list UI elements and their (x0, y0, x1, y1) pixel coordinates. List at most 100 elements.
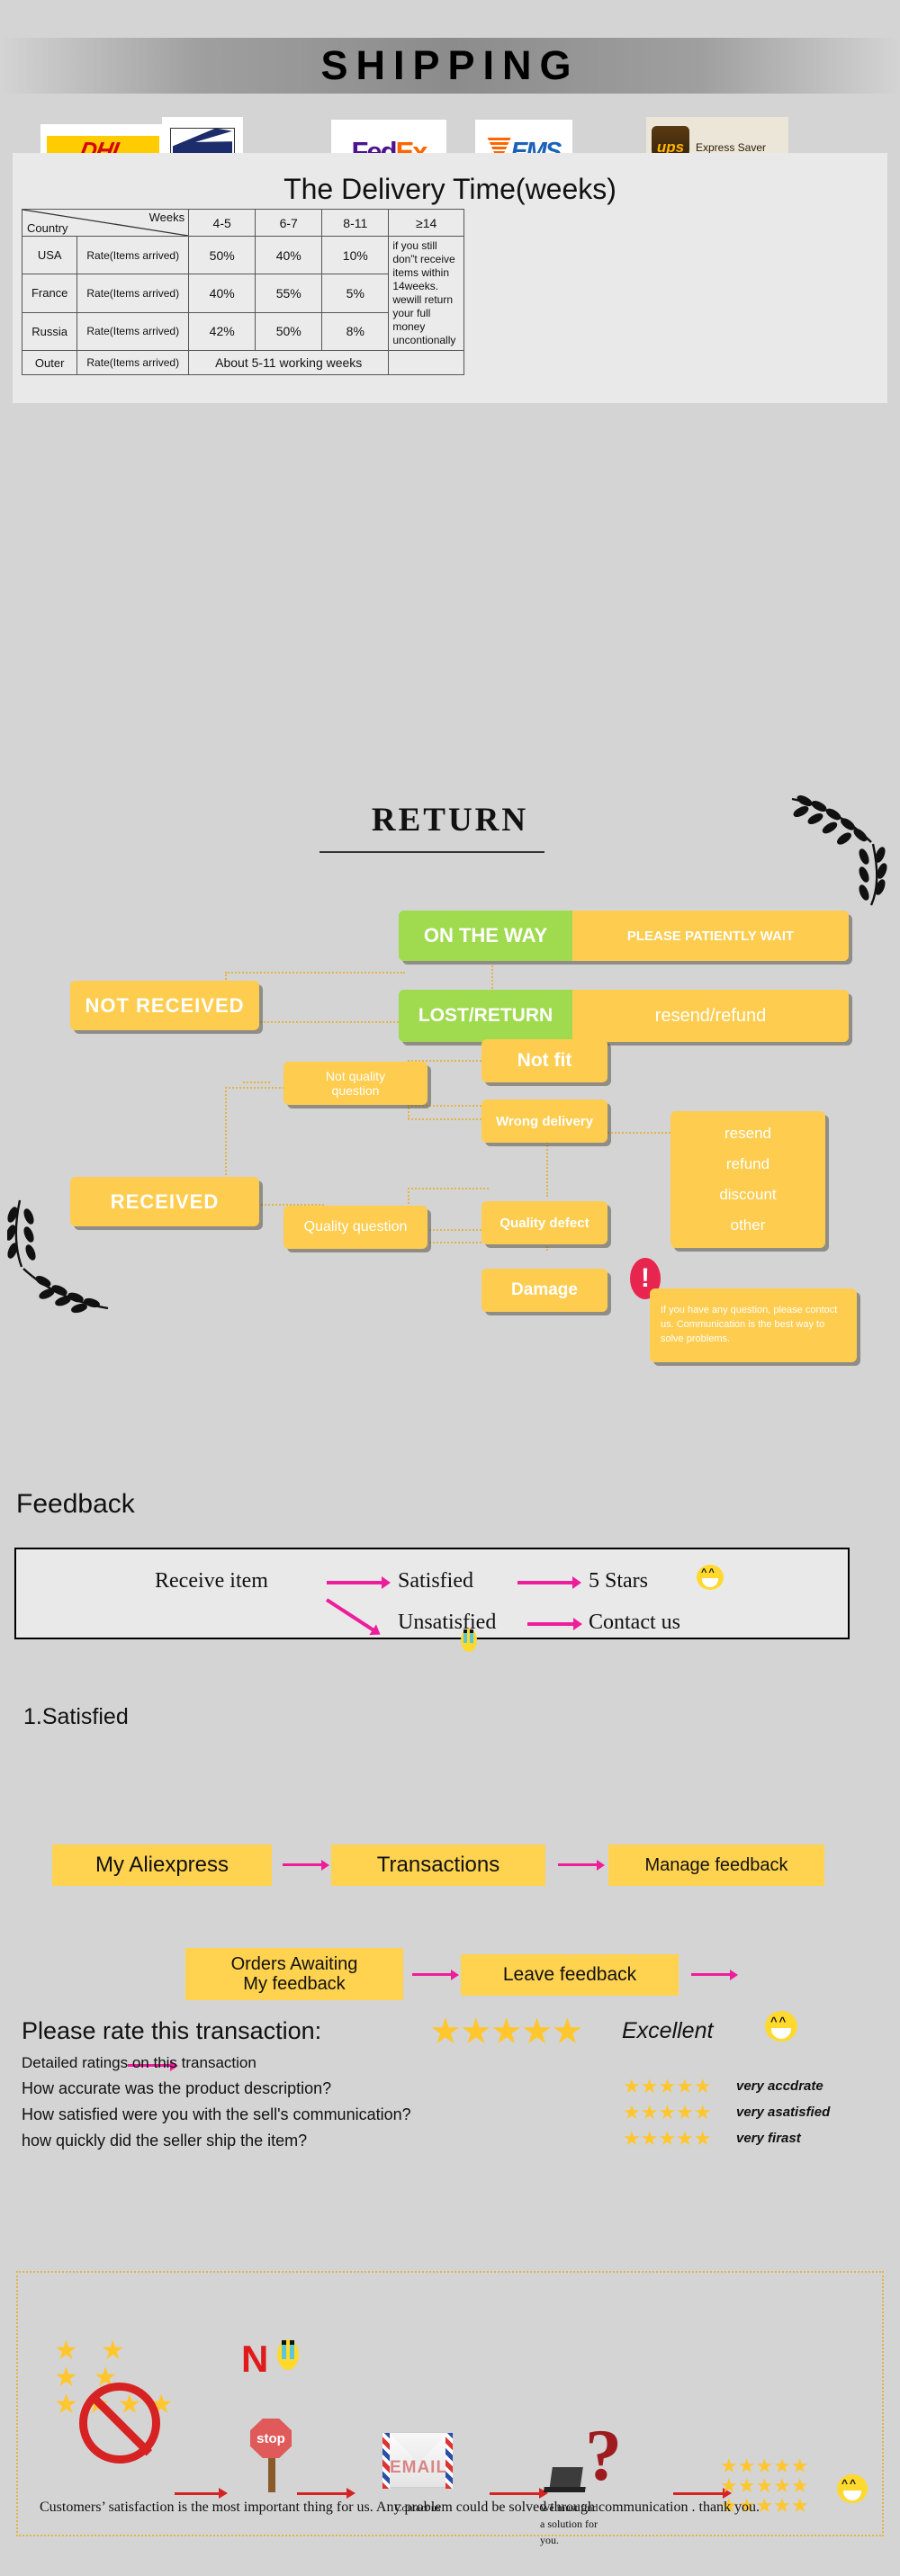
rate-excellent-label: Excellent (622, 2018, 714, 2043)
rate-happy-face-icon: ^^ (765, 2011, 797, 2042)
quality-defect-label: Quality defect (500, 1215, 590, 1231)
connector-nq-down-v (408, 1105, 410, 1119)
rate-prompt-stars: ★★★★★ (429, 2012, 583, 2051)
row-country-outer: Outer (21, 350, 78, 375)
header-country-label: Country (27, 221, 68, 235)
no-prohibition-icon (79, 2383, 160, 2464)
not-received-label: NOT RECEIVED (85, 993, 245, 1017)
happy-face-icon: ^^ (697, 1565, 724, 1590)
arrow-email-to-question (490, 2488, 548, 2499)
alert-note-text: If you have any question, please contoct… (661, 1305, 838, 1344)
connector-qd-h (408, 1188, 489, 1189)
cell-russia-6-7: 50% (255, 311, 323, 352)
not-quality-question-box: Not quality question (284, 1062, 428, 1105)
connector-wd-h (408, 1105, 489, 1107)
outcome-other: other (730, 1216, 766, 1234)
table-row: USA Rate(Items arrived) 50% 40% 10% if y… (21, 235, 464, 351)
not-quality-question-label: Not quality question (325, 1069, 386, 1098)
step-orders-awaiting-label: Orders Awaiting My feedback (230, 1954, 358, 1994)
arrow-step1-to-step2 (283, 1859, 329, 1871)
return-title: RETURN (371, 802, 529, 839)
alert-note-box: If you have any question, please contoct… (650, 1288, 857, 1362)
email-envelope-icon: EMAIL (382, 2432, 454, 2489)
row-rate-label-outer: Rate(Items arrived) (76, 350, 190, 375)
resend-refund-label: resend/refund (572, 990, 849, 1042)
row-country-france: France (21, 274, 78, 313)
feedback-satisfied: Satisfied (398, 1569, 473, 1593)
stop-sign-icon: stop (250, 2419, 292, 2458)
cell-outer-blank (388, 350, 464, 375)
arrow-step2-to-step3 (558, 1859, 605, 1871)
not-received-box: NOT RECEIVED (70, 981, 259, 1030)
table-header-row: Country Weeks 4-5 6-7 8-11 ≥14 (21, 209, 464, 237)
col-head-8-11: 8-11 (321, 209, 390, 237)
arrow-no-to-stop (175, 2488, 228, 2499)
no-prohibition-slash (88, 2392, 153, 2456)
cell-russia-8-11: 8% (321, 311, 390, 352)
quality-question-box: Quality question (284, 1206, 428, 1249)
rate-question-1: How accurate was the product description… (22, 2079, 332, 2097)
return-section-header: RETURN (0, 801, 900, 839)
step-transactions: Transactions (331, 1844, 545, 1886)
cell-france-8-11: 5% (321, 274, 390, 313)
lost-return-row: LOST/RETURN resend/refund (399, 990, 849, 1042)
step-leave-feedback-label: Leave feedback (502, 1964, 637, 1986)
delivery-time-panel: The Delivery Time(weeks) Country Weeks 4… (13, 153, 887, 403)
step-manage-feedback: Manage feedback (608, 1844, 824, 1886)
sad-face-icon (461, 1629, 477, 1652)
step-transactions-label: Transactions (376, 1852, 500, 1877)
step-orders-awaiting: Orders Awaiting My feedback (185, 1948, 403, 2000)
quality-question-label: Quality question (303, 1219, 408, 1234)
no-letter-label: N (241, 2338, 269, 2380)
received-label: RECEIVED (110, 1189, 220, 1213)
damage-box: Damage (482, 1269, 608, 1312)
arrow-receive-to-satisfied (327, 1576, 391, 1589)
on-the-way-label: ON THE WAY (399, 911, 572, 961)
outcome-discount: discount (719, 1186, 777, 1203)
happy-face-mouth (702, 1578, 718, 1587)
laptop-icon (549, 2467, 583, 2491)
received-box: RECEIVED (70, 1177, 259, 1226)
col-head-6-7: 6-7 (255, 209, 323, 237)
wrong-delivery-box: Wrong delivery (482, 1100, 608, 1143)
step-leave-feedback: Leave feedback (461, 1954, 679, 1996)
bottom-happy-eyes: ^^ (842, 2477, 859, 2490)
arrow-step5-out (691, 1969, 738, 1980)
please-wait-label: PLEASE PATIENTLY WAIT (572, 911, 849, 961)
rate-label-2: very asatisfied (736, 2105, 831, 2120)
bottom-sad-face-icon (277, 2339, 299, 2370)
return-title-underline (320, 851, 544, 853)
cell-usa-8-11: 10% (321, 235, 390, 275)
rate-label-3: very firast (736, 2131, 801, 2146)
alert-icon-label: ! (641, 1263, 650, 1293)
arrow-question-to-stars (673, 2488, 732, 2499)
feedback-flow-box: Receive item Satisfied 5 Stars ^^ Unsati… (14, 1548, 850, 1652)
arrow-step4-to-step5 (412, 1969, 459, 1980)
on-the-way-row: ON THE WAY PLEASE PATIENTLY WAIT (399, 911, 849, 961)
arrow-unsatisfied-to-contact (527, 1618, 582, 1630)
feedback-unsatisfied: Unsatisfied (398, 1611, 497, 1634)
cell-usa-4-5: 50% (188, 235, 256, 275)
header-weeks-label: Weeks (148, 211, 185, 224)
cell-france-6-7: 55% (255, 274, 323, 313)
closing-statement: Customers’ satisfaction is the most impo… (40, 2500, 760, 2515)
row-rate-label-usa: Rate(Items arrived) (76, 235, 190, 275)
bottom-sad-eye-2 (290, 2340, 294, 2345)
sad-face-eye-1 (464, 1629, 467, 1633)
outcomes-box: resend refund discount other (670, 1111, 825, 1248)
arrow-receive-to-unsatisfied (325, 1598, 375, 1632)
not-fit-label: Not fit (517, 1050, 572, 1071)
cell-france-4-5: 40% (188, 274, 256, 313)
cell-outer-span: About 5-11 working weeks (188, 350, 390, 375)
rate-question-2: How satisfied were you with the sell's c… (22, 2105, 411, 2123)
feedback-contact-us: Contact us (589, 1611, 680, 1634)
lost-return-label: LOST/RETURN (399, 990, 572, 1042)
rate-label-1: very accdrate (736, 2078, 824, 2094)
damage-label: Damage (511, 1280, 578, 1299)
email-label: EMAIL (389, 2458, 448, 2477)
connector-nr-top-h (225, 972, 405, 974)
rate-prompt: Please rate this transaction: (22, 2017, 322, 2044)
vine-decoration-top-right-icon (791, 794, 887, 906)
rate-stars-1: ★★★★★ (623, 2075, 712, 2097)
question-mark-icon: ? (585, 2414, 622, 2496)
